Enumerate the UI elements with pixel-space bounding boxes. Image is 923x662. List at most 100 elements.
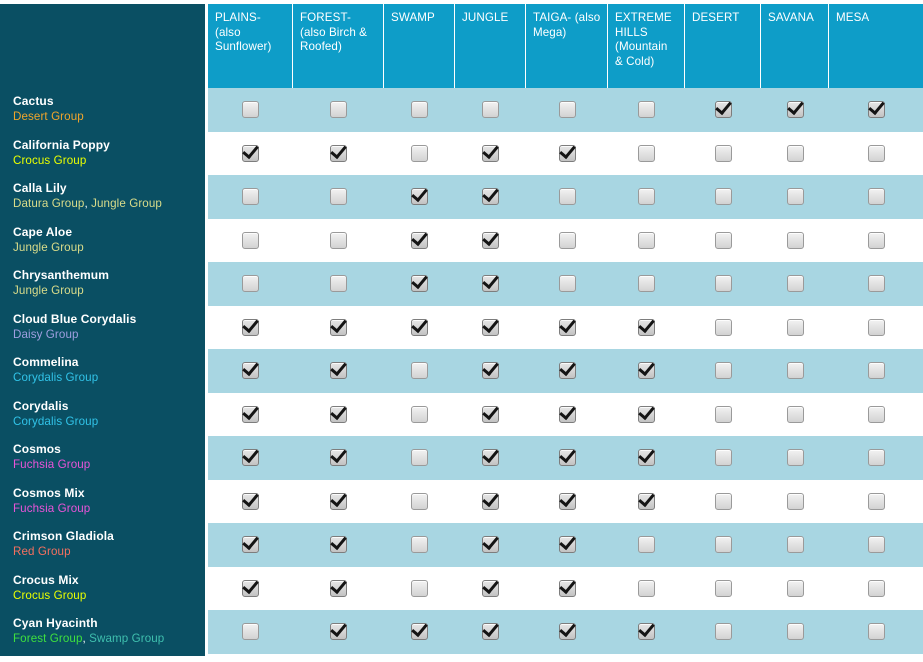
checkbox-checked-icon[interactable] xyxy=(482,144,499,162)
cell-mesa[interactable] xyxy=(829,306,923,350)
cell-plains[interactable] xyxy=(208,132,293,176)
checkbox-unchecked-icon[interactable] xyxy=(867,188,885,206)
checkbox-unchecked-icon[interactable] xyxy=(330,231,347,249)
cell-jungle[interactable] xyxy=(455,349,526,393)
cell-swamp[interactable] xyxy=(384,610,455,654)
cell-desert[interactable] xyxy=(685,132,761,176)
cell-forest[interactable] xyxy=(293,175,384,219)
checkbox-unchecked-icon[interactable] xyxy=(714,275,732,293)
cell-taiga[interactable] xyxy=(526,567,608,611)
row-label[interactable]: Cape Aloe Jungle Group xyxy=(0,219,205,263)
column-header-jungle[interactable]: JUNGLE xyxy=(455,4,526,88)
cell-swamp[interactable] xyxy=(384,132,455,176)
row-label[interactable]: Crocus Mix Crocus Group xyxy=(0,567,205,611)
cell-savana[interactable] xyxy=(761,175,829,219)
checkbox-checked-icon[interactable] xyxy=(638,362,655,380)
cell-forest[interactable] xyxy=(293,436,384,480)
checkbox-checked-icon[interactable] xyxy=(330,144,347,162)
checkbox-unchecked-icon[interactable] xyxy=(411,579,428,597)
checkbox-unchecked-icon[interactable] xyxy=(867,318,885,336)
cell-forest[interactable] xyxy=(293,262,384,306)
checkbox-unchecked-icon[interactable] xyxy=(867,536,885,554)
cell-desert[interactable] xyxy=(685,262,761,306)
cell-extreme_hills[interactable] xyxy=(608,88,685,132)
cell-taiga[interactable] xyxy=(526,349,608,393)
checkbox-checked-icon[interactable] xyxy=(558,144,576,162)
checkbox-checked-icon[interactable] xyxy=(558,623,576,641)
cell-plains[interactable] xyxy=(208,175,293,219)
checkbox-unchecked-icon[interactable] xyxy=(558,188,576,206)
checkbox-unchecked-icon[interactable] xyxy=(786,536,804,554)
column-header-desert[interactable]: DESERT xyxy=(685,4,761,88)
cell-extreme_hills[interactable] xyxy=(608,175,685,219)
checkbox-checked-icon[interactable] xyxy=(482,449,499,467)
cell-taiga[interactable] xyxy=(526,436,608,480)
checkbox-checked-icon[interactable] xyxy=(638,405,655,423)
cell-savana[interactable] xyxy=(761,262,829,306)
cell-plains[interactable] xyxy=(208,349,293,393)
cell-desert[interactable] xyxy=(685,175,761,219)
cell-extreme_hills[interactable] xyxy=(608,393,685,437)
cell-extreme_hills[interactable] xyxy=(608,480,685,524)
cell-plains[interactable] xyxy=(208,306,293,350)
row-label[interactable]: Corydalis Corydalis Group xyxy=(0,393,205,437)
cell-taiga[interactable] xyxy=(526,132,608,176)
column-header-forest[interactable]: FOREST- (also Birch & Roofed) xyxy=(293,4,384,88)
cell-plains[interactable] xyxy=(208,523,293,567)
checkbox-checked-icon[interactable] xyxy=(411,318,428,336)
checkbox-unchecked-icon[interactable] xyxy=(242,231,259,249)
checkbox-unchecked-icon[interactable] xyxy=(867,144,885,162)
cell-desert[interactable] xyxy=(685,610,761,654)
column-header-savana[interactable]: SAVANA xyxy=(761,4,829,88)
checkbox-unchecked-icon[interactable] xyxy=(482,101,499,119)
cell-extreme_hills[interactable] xyxy=(608,349,685,393)
cell-jungle[interactable] xyxy=(455,219,526,263)
checkbox-unchecked-icon[interactable] xyxy=(867,275,885,293)
checkbox-unchecked-icon[interactable] xyxy=(714,449,732,467)
cell-extreme_hills[interactable] xyxy=(608,262,685,306)
cell-forest[interactable] xyxy=(293,349,384,393)
cell-jungle[interactable] xyxy=(455,523,526,567)
cell-jungle[interactable] xyxy=(455,610,526,654)
row-label[interactable]: Cyan Hyacinth Forest Group, Swamp Group xyxy=(0,610,205,654)
checkbox-unchecked-icon[interactable] xyxy=(638,101,655,119)
cell-swamp[interactable] xyxy=(384,262,455,306)
row-label[interactable]: Cloud Blue Corydalis Daisy Group xyxy=(0,306,205,350)
cell-savana[interactable] xyxy=(761,436,829,480)
checkbox-checked-icon[interactable] xyxy=(482,579,499,597)
checkbox-checked-icon[interactable] xyxy=(638,623,655,641)
checkbox-checked-icon[interactable] xyxy=(482,362,499,380)
checkbox-checked-icon[interactable] xyxy=(482,231,499,249)
checkbox-checked-icon[interactable] xyxy=(411,188,428,206)
checkbox-checked-icon[interactable] xyxy=(482,623,499,641)
checkbox-checked-icon[interactable] xyxy=(330,536,347,554)
checkbox-checked-icon[interactable] xyxy=(411,231,428,249)
checkbox-unchecked-icon[interactable] xyxy=(867,579,885,597)
checkbox-checked-icon[interactable] xyxy=(330,492,347,510)
cell-swamp[interactable] xyxy=(384,436,455,480)
cell-swamp[interactable] xyxy=(384,219,455,263)
cell-desert[interactable] xyxy=(685,567,761,611)
checkbox-checked-icon[interactable] xyxy=(411,623,428,641)
cell-swamp[interactable] xyxy=(384,306,455,350)
row-label[interactable]: Chrysanthemum Jungle Group xyxy=(0,262,205,306)
checkbox-checked-icon[interactable] xyxy=(411,275,428,293)
row-label[interactable]: Calla Lily Datura Group, Jungle Group xyxy=(0,175,205,219)
cell-swamp[interactable] xyxy=(384,393,455,437)
checkbox-unchecked-icon[interactable] xyxy=(411,536,428,554)
checkbox-unchecked-icon[interactable] xyxy=(714,579,732,597)
checkbox-unchecked-icon[interactable] xyxy=(786,318,804,336)
cell-mesa[interactable] xyxy=(829,393,923,437)
checkbox-unchecked-icon[interactable] xyxy=(638,231,655,249)
checkbox-unchecked-icon[interactable] xyxy=(242,101,259,119)
checkbox-unchecked-icon[interactable] xyxy=(558,275,576,293)
checkbox-unchecked-icon[interactable] xyxy=(714,231,732,249)
checkbox-unchecked-icon[interactable] xyxy=(242,275,259,293)
cell-mesa[interactable] xyxy=(829,219,923,263)
checkbox-unchecked-icon[interactable] xyxy=(867,623,885,641)
checkbox-unchecked-icon[interactable] xyxy=(638,536,655,554)
cell-plains[interactable] xyxy=(208,610,293,654)
cell-forest[interactable] xyxy=(293,523,384,567)
checkbox-unchecked-icon[interactable] xyxy=(411,405,428,423)
checkbox-unchecked-icon[interactable] xyxy=(411,449,428,467)
